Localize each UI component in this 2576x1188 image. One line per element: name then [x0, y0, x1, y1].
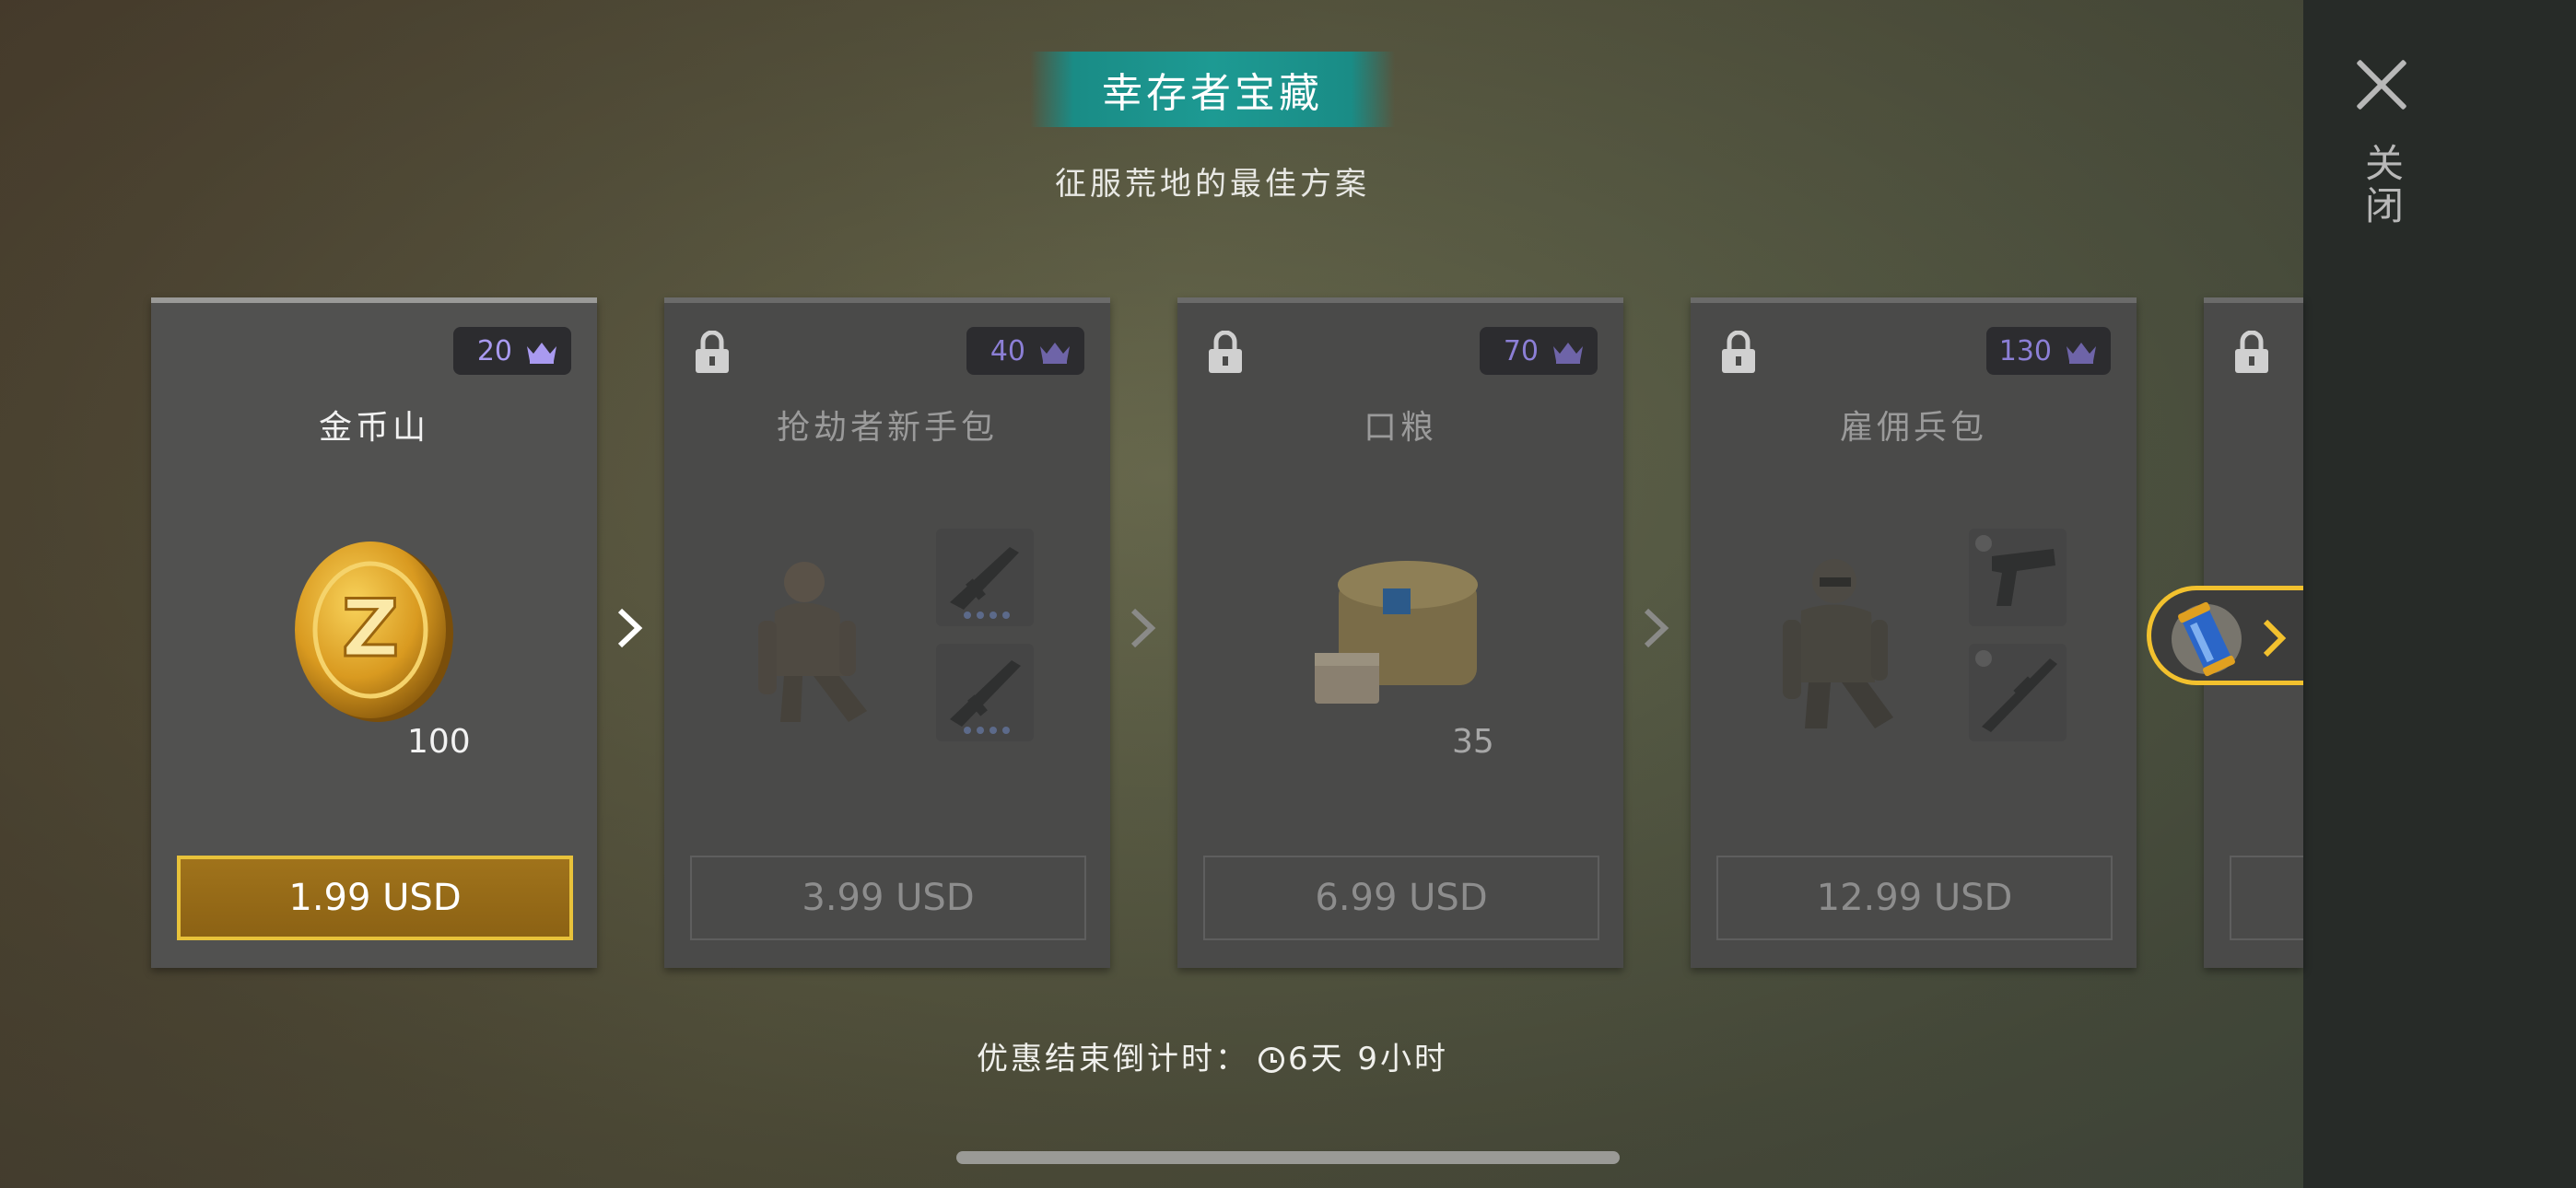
lock-icon	[1718, 330, 1759, 375]
crown-count: 130	[1998, 334, 2052, 367]
offer-card-mercenary[interactable]: 130 雇佣兵包 12.99 USD	[1691, 297, 2137, 968]
countdown-timer: 优惠结束倒计时： 6天 9小时	[921, 1033, 1504, 1078]
next-page-button[interactable]	[2147, 586, 2303, 685]
offer-card-rations[interactable]: 70 口粮 35 6.99 USD	[1177, 297, 1623, 968]
close-icon[interactable]	[2354, 57, 2409, 112]
lock-icon	[692, 330, 732, 375]
countdown-label: 优惠结束倒计时：	[976, 1041, 1249, 1077]
page-title: 幸存者宝藏	[1030, 52, 1395, 127]
crown-count: 70	[1503, 334, 1539, 367]
crown-icon	[525, 339, 558, 364]
crown-icon	[2065, 339, 2098, 364]
chevron-right-icon	[1642, 606, 1669, 650]
offer-title: 口粮	[1363, 409, 1437, 447]
lock-icon	[2231, 330, 2272, 375]
crown-count: 20	[476, 334, 512, 367]
home-indicator[interactable]	[956, 1151, 1620, 1164]
page-subtitle: 征服荒地的最佳方案	[1055, 166, 1370, 203]
chevron-right-icon	[1129, 606, 1156, 650]
ration-crate-icon	[1311, 552, 1495, 717]
offer-title: 金币山	[318, 409, 429, 447]
offer-card-raider-starter[interactable]: 40 抢劫者新手包 3.99 USD	[664, 297, 1110, 968]
buy-button[interactable]: 1.99 USD	[177, 856, 573, 940]
offer-title: 抢劫者新手包	[776, 409, 998, 447]
mercenary-character-icon	[1764, 544, 1912, 738]
rifle-item-icon	[936, 529, 1034, 626]
offer-card-gold-coins[interactable]: 20 金币山 Z 100 1.99 USD	[151, 297, 597, 968]
item-quantity: 100	[407, 723, 471, 761]
sniper-rifle-item-icon	[1969, 644, 2067, 741]
chevron-right-icon	[615, 606, 643, 650]
buy-button[interactable]: 6.99 USD	[1203, 856, 1599, 940]
crown-requirement: 20	[453, 327, 571, 375]
crown-count: 40	[989, 334, 1025, 367]
clock-icon	[1258, 1047, 1284, 1073]
crown-icon	[1038, 339, 1071, 364]
crown-requirement: 130	[1985, 327, 2111, 375]
crown-icon	[1551, 339, 1585, 364]
raider-character-icon	[747, 547, 885, 731]
chevron-right-icon	[2260, 618, 2288, 658]
canister-icon	[2168, 598, 2245, 681]
svg-text:Z: Z	[342, 583, 399, 675]
buy-button[interactable]: 12.99 USD	[1716, 856, 2113, 940]
right-side-panel	[2303, 0, 2576, 1188]
buy-button[interactable]	[2230, 856, 2303, 940]
pistol-item-icon	[1969, 529, 2067, 626]
buy-button[interactable]: 3.99 USD	[690, 856, 1086, 940]
crown-requirement: 40	[966, 327, 1084, 375]
offer-title: 雇佣兵包	[1839, 409, 1987, 447]
close-label[interactable]: 关闭	[2354, 143, 2409, 227]
lock-icon	[1205, 330, 1246, 375]
rifle-item-icon	[936, 644, 1034, 741]
coin-icon: Z	[289, 538, 455, 722]
item-quantity: 35	[1452, 723, 1494, 761]
crown-requirement: 70	[1480, 327, 1598, 375]
countdown-value: 6天 9小时	[1287, 1041, 1449, 1077]
